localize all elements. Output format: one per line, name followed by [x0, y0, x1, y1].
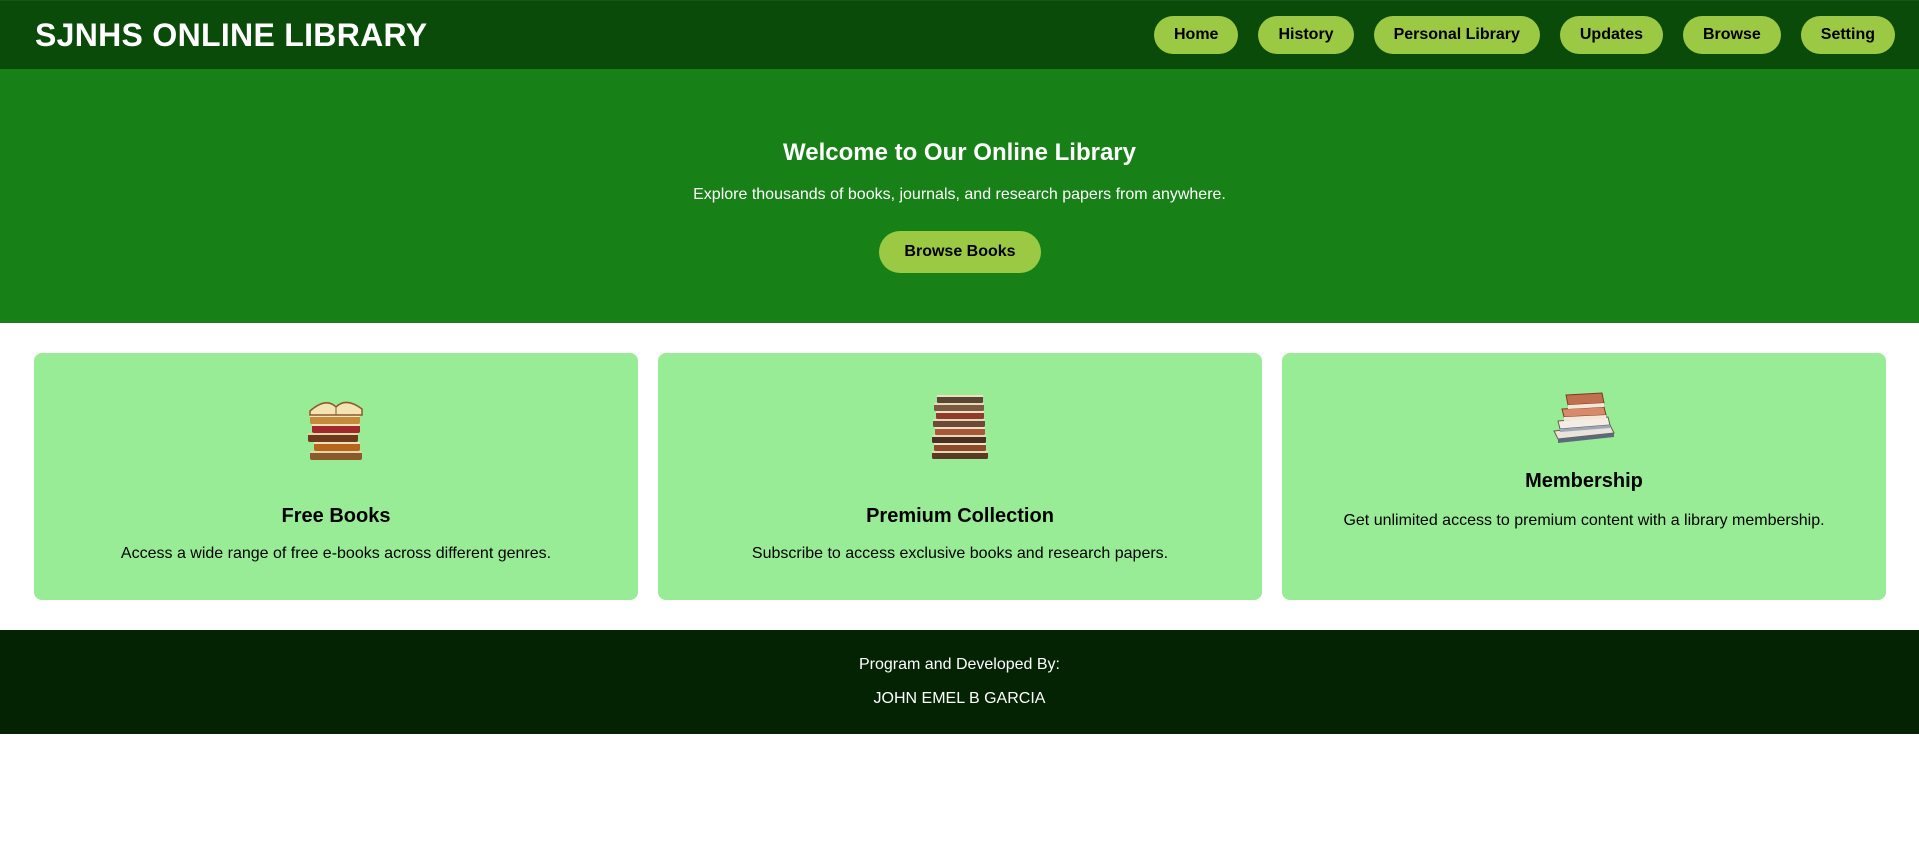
- header: SJNHS ONLINE LIBRARY Home History Person…: [0, 0, 1919, 69]
- feature-cards: Free Books Access a wide range of free e…: [34, 353, 1886, 600]
- card-title: Premium Collection: [866, 505, 1054, 527]
- card-premium-collection: Premium Collection Subscribe to access e…: [658, 353, 1262, 600]
- book-stack-icon: [308, 401, 363, 460]
- book-stack-icon: [932, 395, 988, 459]
- card-title: Membership: [1525, 470, 1643, 492]
- card-membership: Membership Get unlimited access to premi…: [1282, 353, 1886, 600]
- book-stack-icon: [1553, 392, 1615, 443]
- card-free-books: Free Books Access a wide range of free e…: [34, 353, 638, 600]
- nav-setting-button[interactable]: Setting: [1800, 16, 1895, 54]
- footer-credit-label: Program and Developed By:: [859, 656, 1060, 673]
- hero-section: Welcome to Our Online Library Explore th…: [0, 69, 1919, 323]
- card-description: Get unlimited access to premium content …: [1343, 512, 1825, 529]
- card-description: Subscribe to access exclusive books and …: [751, 545, 1169, 562]
- nav-home-button[interactable]: Home: [1154, 16, 1239, 54]
- nav-history-button[interactable]: History: [1258, 16, 1354, 54]
- hero-title: Welcome to Our Online Library: [783, 139, 1136, 166]
- nav-browse-button[interactable]: Browse: [1682, 16, 1781, 54]
- hero-subtitle: Explore thousands of books, journals, an…: [693, 186, 1226, 203]
- nav-updates-button[interactable]: Updates: [1559, 16, 1663, 54]
- card-title: Free Books: [281, 505, 391, 527]
- browse-books-button[interactable]: Browse Books: [879, 231, 1041, 273]
- main-nav: Home History Personal Library Updates Br…: [1154, 16, 1895, 54]
- footer-developer-name: JOHN EMEL B GARCIA: [873, 690, 1046, 707]
- card-description: Access a wide range of free e-books acro…: [120, 545, 552, 562]
- nav-personal-library-button[interactable]: Personal Library: [1373, 16, 1540, 54]
- site-logo-title: SJNHS ONLINE LIBRARY: [35, 16, 428, 53]
- footer: Program and Developed By: JOHN EMEL B GA…: [0, 630, 1919, 734]
